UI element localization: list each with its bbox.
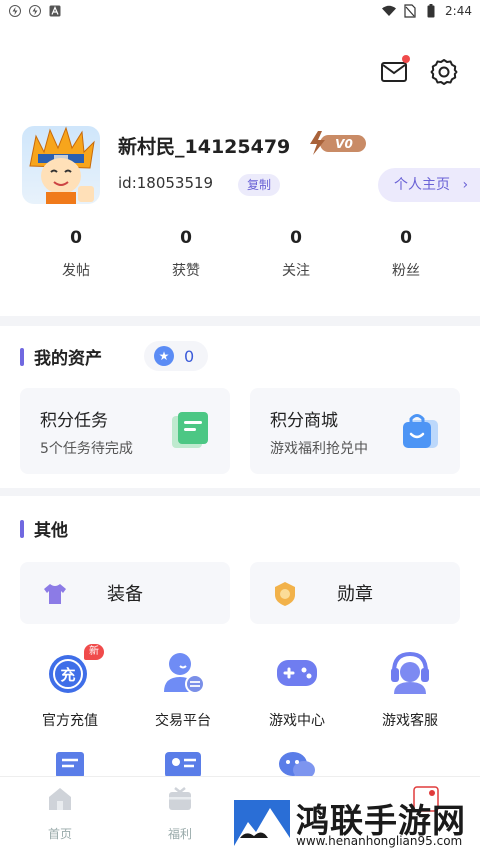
message-button[interactable] — [380, 55, 410, 86]
grid-label: 交易平台 — [155, 713, 211, 729]
assets-section-title: 我的资产 — [20, 344, 102, 369]
assets-card: 我的资产 0 积分任务 5个任务待完成 积分商城 游戏福利抢兑中 — [0, 326, 480, 488]
stat-label: 获赞 — [172, 263, 200, 279]
status-time: 2:44 — [445, 4, 472, 18]
settings-button[interactable] — [430, 58, 458, 86]
avatar[interactable] — [22, 126, 100, 204]
grid-item-partial[interactable] — [128, 750, 238, 778]
medal-icon — [275, 582, 295, 606]
grid-item-partial[interactable] — [15, 748, 125, 778]
points-star-icon — [154, 346, 174, 366]
assets-title: 我的资产 — [34, 349, 102, 369]
grid-label: 官方充值 — [42, 713, 98, 729]
grid-label: 游戏客服 — [382, 713, 438, 729]
chat-bubbles-icon — [279, 752, 315, 778]
battery-icon — [424, 4, 438, 18]
points-tasks-card[interactable]: 积分任务 5个任务待完成 — [20, 388, 230, 474]
tab-label: 首页 — [47, 827, 72, 841]
grid-trading-platform[interactable]: 交易平台 — [128, 648, 238, 730]
tab-label: 福利 — [167, 827, 192, 841]
grid-item-partial[interactable] — [242, 748, 352, 778]
other-card: 其他 装备 勋章 充 新 官方充值 交易平台 游戏中心 游戏客服 — [0, 496, 480, 778]
recharge-icon-text: 充 — [60, 666, 75, 684]
no-sim-icon — [403, 4, 417, 18]
grid-label: 游戏中心 — [269, 713, 325, 729]
avatar-image — [29, 126, 95, 204]
stat-posts[interactable]: 0 发帖 — [21, 228, 131, 280]
stat-label: 发帖 — [62, 263, 90, 279]
status-bar: 2:44 — [0, 0, 480, 22]
gear-icon — [430, 59, 458, 85]
site-watermark: 鸿联手游网 www.henanhonglian95.com — [230, 792, 480, 853]
shopping-bag-icon — [403, 414, 438, 448]
stat-label: 粉丝 — [392, 263, 420, 279]
points-mall-title: 积分商城 — [270, 411, 338, 431]
stat-value: 0 — [180, 228, 192, 248]
medal-button[interactable]: 勋章 — [250, 562, 460, 624]
equipment-button[interactable]: 装备 — [20, 562, 230, 624]
tab-home[interactable]: 首页 — [30, 785, 90, 842]
grid-game-support[interactable]: 游戏客服 — [355, 648, 465, 730]
homepage-label: 个人主页 — [394, 177, 450, 193]
stats-row: 0 发帖 0 获赞 0 关注 0 粉丝 — [0, 228, 480, 280]
watermark-url: www.henanhonglian95.com — [296, 834, 463, 848]
vip-lightning-icon: V0 — [310, 131, 366, 155]
points-value: 0 — [184, 346, 195, 366]
personal-homepage-button[interactable]: 个人主页 › — [378, 168, 480, 202]
flash-icon — [8, 4, 22, 18]
other-section-title: 其他 — [20, 516, 68, 541]
stat-value: 0 — [290, 228, 302, 248]
stat-value: 0 — [400, 228, 412, 248]
title-accent-bar — [20, 519, 24, 538]
copy-id-button[interactable]: 复制 — [238, 174, 281, 196]
notification-a-icon — [48, 4, 62, 18]
title-accent-bar — [20, 347, 24, 366]
nickname: 新村民_14125479 — [118, 136, 291, 158]
vip-label: V0 — [335, 137, 353, 151]
stat-likes[interactable]: 0 获赞 — [131, 228, 241, 280]
other-title: 其他 — [34, 521, 68, 541]
vip-badge[interactable]: V0 — [308, 131, 368, 155]
points-mall-subtitle: 游戏福利抢兑中 — [270, 441, 368, 457]
stat-label: 关注 — [282, 263, 310, 279]
mail-upload-icon — [56, 752, 84, 778]
stat-following[interactable]: 0 关注 — [241, 228, 351, 280]
gamepad-icon — [277, 660, 317, 686]
user-id: id:18053519 — [118, 174, 214, 192]
wifi-icon — [382, 4, 397, 18]
grid-official-recharge[interactable]: 充 新 官方充值 — [15, 644, 125, 730]
id-card-icon — [165, 752, 201, 778]
profile-card: 新村民_14125479 V0 id:18053519 复制 个人主页 › 0 … — [0, 22, 480, 316]
points-tasks-subtitle: 5个任务待完成 — [40, 441, 133, 457]
stat-fans[interactable]: 0 粉丝 — [351, 228, 461, 280]
new-badge: 新 — [84, 644, 104, 660]
points-tasks-title: 积分任务 — [40, 411, 108, 431]
unread-dot — [402, 55, 410, 63]
points-chip[interactable]: 0 — [144, 341, 209, 371]
tab-welfare[interactable]: 福利 — [150, 785, 210, 842]
flash-icon — [28, 4, 42, 18]
headset-icon — [391, 651, 429, 694]
points-mall-card[interactable]: 积分商城 游戏福利抢兑中 — [250, 388, 460, 474]
task-list-icon — [172, 412, 208, 448]
home-icon — [49, 788, 71, 810]
chevron-right-icon: › — [462, 177, 469, 193]
tshirt-icon — [44, 584, 66, 604]
grid-game-center[interactable]: 游戏中心 — [242, 648, 352, 730]
user-exchange-icon — [164, 653, 205, 694]
gift-box-icon — [169, 787, 191, 810]
watermark-logo-icon — [234, 800, 290, 846]
stat-value: 0 — [70, 228, 82, 248]
